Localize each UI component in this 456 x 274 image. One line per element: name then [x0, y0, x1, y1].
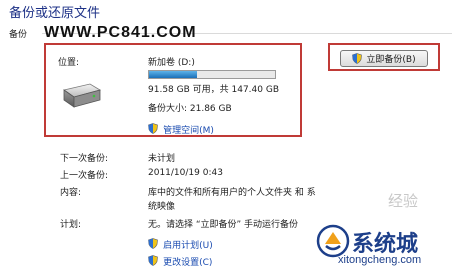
manage-space-link-row[interactable]: 管理空间(M) [148, 118, 214, 137]
next-backup-value: 未计划 [148, 154, 176, 164]
change-settings-link-row[interactable]: 更改设置(C) [148, 250, 212, 269]
schedule-label: 计划: [60, 220, 82, 230]
uac-shield-icon [352, 53, 363, 64]
hard-drive-icon [63, 83, 102, 108]
contents-value-line2: 统映像 [148, 202, 176, 212]
site-logo-icon [316, 224, 350, 258]
drive-usage-bar [148, 70, 276, 79]
change-settings-link[interactable]: 更改设置(C) [163, 258, 212, 268]
uac-shield-icon [148, 123, 158, 134]
backup-now-label: 立即备份(B) [366, 55, 416, 65]
location-label: 位置: [58, 58, 80, 68]
uac-shield-icon [148, 238, 158, 249]
schedule-value: 无。请选择 “立即备份” 手动运行备份 [148, 220, 299, 230]
last-backup-value: 2011/10/19 0:43 [148, 168, 223, 178]
manage-space-link[interactable]: 管理空间(M) [163, 126, 214, 136]
contents-value-line1: 库中的文件和所有用户的个人文件夹 和 系 [148, 188, 316, 198]
section-label-backup: 备份 [9, 30, 28, 40]
site-logo-url: xitongcheng.com [338, 254, 422, 266]
page-title: 备份或还原文件 [9, 6, 101, 21]
drive-usage-fill [149, 71, 197, 78]
last-backup-label: 上一次备份: [60, 171, 109, 181]
contents-label: 内容: [60, 188, 82, 198]
watermark-experience-text: 经验 [388, 192, 419, 210]
backup-size-text: 备份大小: 21.86 GB [148, 104, 232, 114]
drive-name: 新加卷 (D:) [148, 58, 195, 68]
watermark-site-text: WWW.PC841.COM [44, 24, 197, 41]
backup-now-button[interactable]: 立即备份(B) [340, 50, 428, 67]
next-backup-label: 下一次备份: [60, 154, 109, 164]
drive-space-text: 91.58 GB 可用，共 147.40 GB [148, 85, 279, 95]
uac-shield-icon [148, 255, 158, 266]
